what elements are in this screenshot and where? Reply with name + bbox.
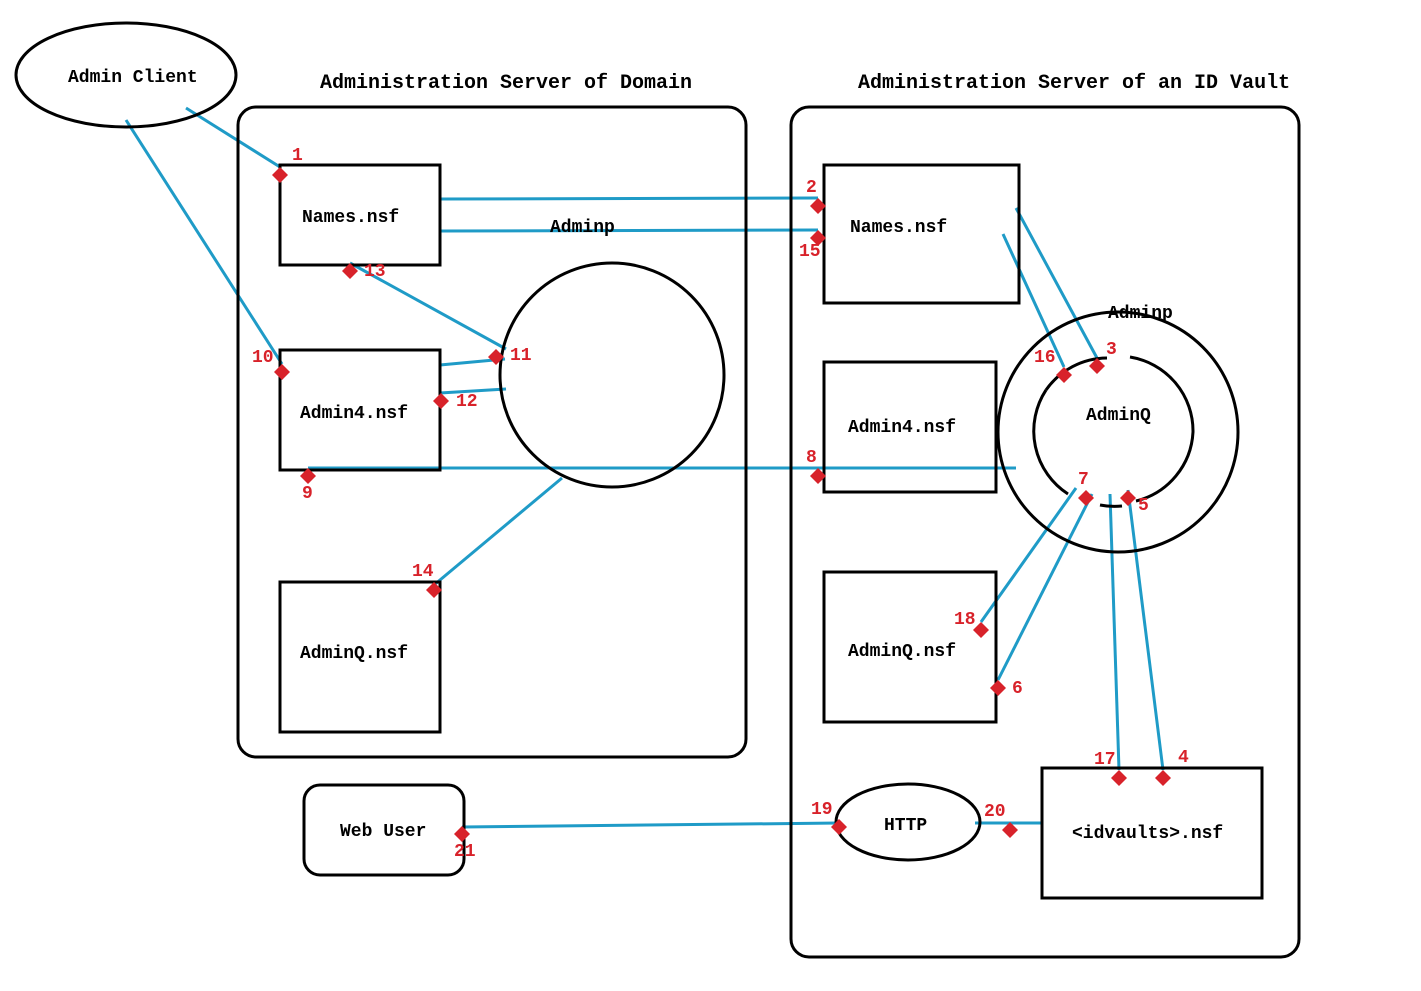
label-names-vault: Names.nsf	[850, 218, 947, 238]
conn-names-names-2	[440, 198, 818, 199]
marker-19	[831, 819, 847, 835]
point-1: 1	[292, 146, 303, 166]
markers: 1 2 3 4 5 6 7 8 9 10 11 12 13	[252, 146, 1189, 862]
conn-adminp-adminqnsf	[434, 478, 562, 585]
point-15: 15	[799, 242, 821, 262]
point-12: 12	[456, 392, 478, 412]
connections	[126, 108, 1163, 827]
conn-names-names-15	[440, 230, 818, 231]
label-adminq-domain: AdminQ.nsf	[300, 644, 408, 664]
point-4: 4	[1178, 748, 1189, 768]
label-admin4-vault: Admin4.nsf	[848, 418, 956, 438]
point-18: 18	[954, 610, 976, 630]
label-adminq-vault: AdminQ.nsf	[848, 642, 956, 662]
point-14: 14	[412, 562, 434, 582]
label-admin-client: Admin Client	[68, 68, 198, 88]
marker-1	[272, 167, 288, 183]
label-web-user: Web User	[340, 822, 426, 842]
point-19: 19	[811, 800, 833, 820]
label-idvaults: <idvaults>.nsf	[1072, 824, 1223, 844]
point-17: 17	[1094, 750, 1116, 770]
title-domain: Administration Server of Domain	[320, 72, 692, 95]
point-16: 16	[1034, 348, 1056, 368]
title-vault: Administration Server of an ID Vault	[858, 72, 1290, 95]
label-admin4-domain: Admin4.nsf	[300, 404, 408, 424]
architecture-diagram: Administration Server of Domain Administ…	[0, 0, 1421, 991]
point-21: 21	[454, 842, 476, 862]
conn-webuser-http	[462, 823, 839, 827]
marker-5	[1120, 490, 1136, 506]
node-adminq-inner	[1034, 357, 1193, 506]
marker-12	[433, 393, 449, 409]
marker-6	[990, 680, 1006, 696]
point-6: 6	[1012, 679, 1023, 699]
point-8: 8	[806, 448, 817, 468]
point-10: 10	[252, 348, 274, 368]
conn-adminq-adminqnsf-6	[998, 494, 1092, 680]
point-11: 11	[510, 346, 532, 366]
point-5: 5	[1138, 496, 1149, 516]
conn-namesv-adminp-3	[1016, 208, 1097, 358]
marker-7	[1078, 490, 1094, 506]
marker-10	[274, 364, 290, 380]
conn-adminq-idvaults-17	[1110, 494, 1119, 770]
conn-adminclient-names	[186, 108, 280, 167]
node-adminp-domain	[500, 263, 724, 487]
point-7: 7	[1078, 470, 1089, 490]
label-names-domain: Names.nsf	[302, 208, 399, 228]
label-adminp-vault: Adminp	[1108, 304, 1173, 324]
conn-adminq-idvaults-4	[1128, 490, 1163, 770]
label-adminq-inner: AdminQ	[1086, 406, 1151, 426]
point-9: 9	[302, 484, 313, 504]
point-2: 2	[806, 178, 817, 198]
point-20: 20	[984, 802, 1006, 822]
label-adminp-domain: Adminp	[550, 218, 615, 238]
conn-adminclient-admin4	[126, 120, 282, 364]
label-http: HTTP	[884, 816, 927, 836]
point-3: 3	[1106, 340, 1117, 360]
point-13: 13	[364, 262, 386, 282]
marker-4	[1155, 770, 1171, 786]
marker-17	[1111, 770, 1127, 786]
